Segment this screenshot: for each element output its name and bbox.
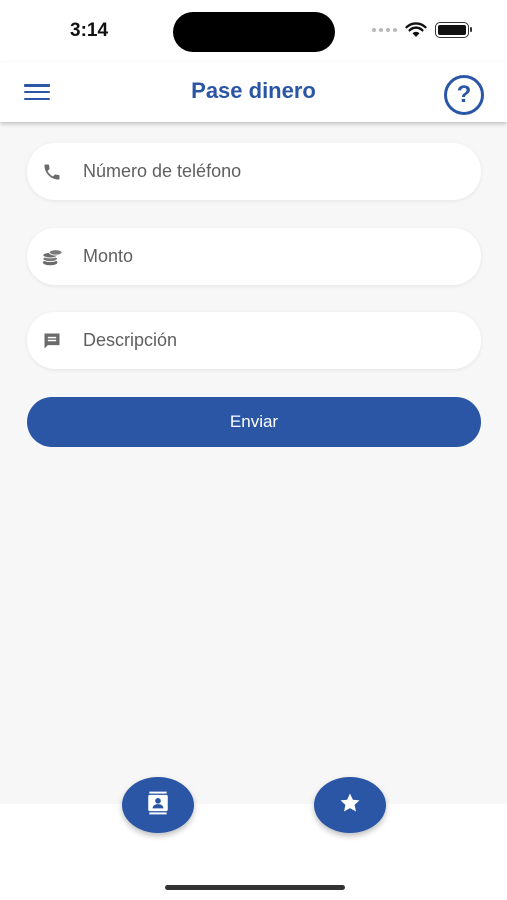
star-icon bbox=[338, 791, 362, 820]
cellular-signal-icon bbox=[372, 28, 397, 32]
contacts-icon bbox=[145, 790, 171, 821]
status-indicators bbox=[372, 22, 472, 38]
phone-field[interactable] bbox=[27, 143, 481, 200]
home-indicator bbox=[165, 885, 345, 890]
status-bar: 3:14 bbox=[0, 0, 507, 62]
status-time: 3:14 bbox=[70, 20, 109, 41]
phone-icon bbox=[41, 161, 63, 183]
page-title: Pase dinero bbox=[191, 78, 316, 103]
help-icon[interactable]: ? bbox=[444, 75, 484, 115]
description-input[interactable] bbox=[83, 312, 461, 369]
dynamic-island bbox=[173, 12, 335, 52]
submit-button[interactable]: Enviar bbox=[27, 397, 481, 447]
description-field[interactable] bbox=[27, 312, 481, 369]
favorites-button[interactable] bbox=[314, 777, 386, 833]
contacts-button[interactable] bbox=[122, 777, 194, 833]
battery-icon bbox=[435, 22, 472, 38]
wifi-icon bbox=[405, 22, 427, 37]
coins-icon bbox=[41, 246, 63, 268]
amount-input[interactable] bbox=[83, 228, 461, 285]
amount-field[interactable] bbox=[27, 228, 481, 285]
phone-input[interactable] bbox=[83, 143, 461, 200]
message-icon bbox=[41, 330, 63, 352]
app-header: Pase dinero ? bbox=[0, 62, 507, 122]
